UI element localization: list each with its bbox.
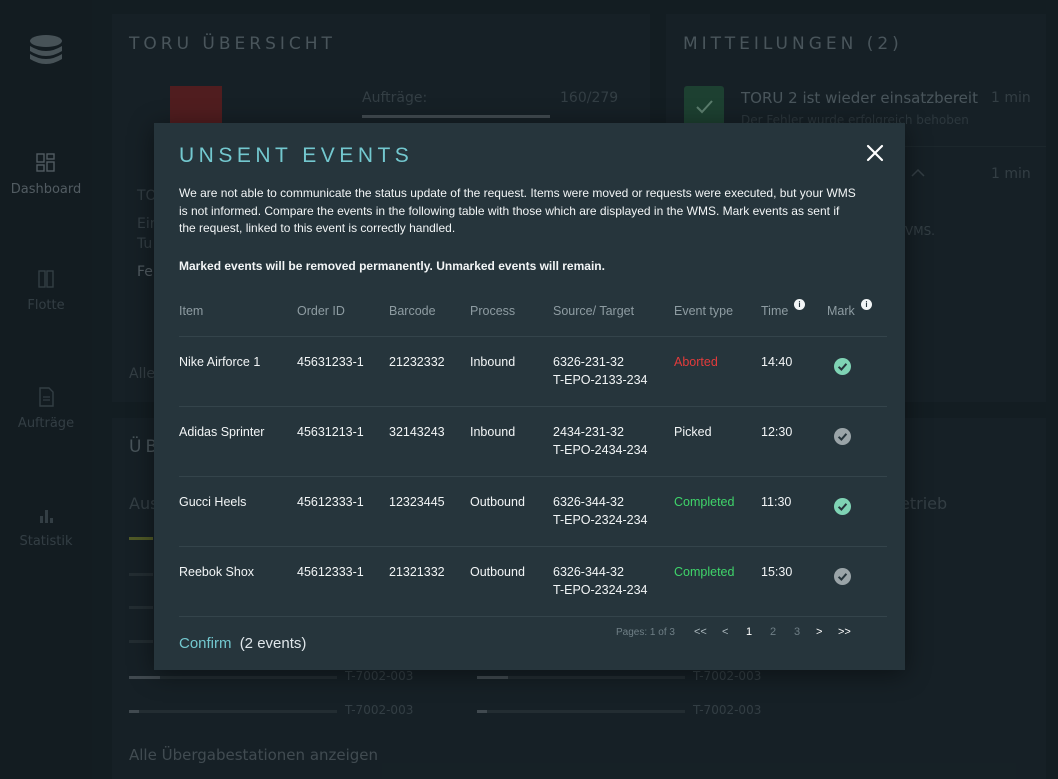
table-row: Reebok Shox 45612333-1 21321332 Outbound… xyxy=(179,547,887,617)
first-page-button[interactable]: << xyxy=(694,626,707,638)
cell-source-target: 6326-231-32 T-EPO-2133-234 xyxy=(553,354,648,389)
table-row: Adidas Sprinter 45631213-1 32143243 Inbo… xyxy=(179,407,887,477)
column-header-mark-label: Mark xyxy=(827,304,855,318)
cell-barcode: 21232332 xyxy=(389,355,445,369)
info-icon[interactable]: i xyxy=(861,299,872,310)
confirm-area: Confirm (2 events) xyxy=(179,635,306,652)
cell-item: Adidas Sprinter xyxy=(179,425,265,439)
cell-target: T-EPO-2133-234 xyxy=(553,372,648,387)
table-row: Gucci Heels 45612333-1 12323445 Outbound… xyxy=(179,477,887,547)
cell-item: Reebok Shox xyxy=(179,565,255,579)
column-header-barcode: Barcode xyxy=(389,304,436,318)
cell-source-target: 2434-231-32 T-EPO-2434-234 xyxy=(553,424,648,459)
cell-process: Outbound xyxy=(470,565,525,579)
cell-source: 2434-231-32 xyxy=(553,425,624,439)
column-header-process: Process xyxy=(470,304,516,318)
cell-barcode: 12323445 xyxy=(389,495,445,509)
modal-warning: Marked events will be removed permanentl… xyxy=(179,259,605,273)
cell-process: Inbound xyxy=(470,425,516,439)
events-table: Item Order ID Barcode Process Source/ Ta… xyxy=(179,293,887,617)
column-header-source-target: Source/ Target xyxy=(553,304,635,318)
cell-source: 6326-344-32 xyxy=(553,565,624,579)
cell-target: T-EPO-2434-234 xyxy=(553,442,648,457)
cell-order-id: 45631213-1 xyxy=(297,425,364,439)
cell-target: T-EPO-2324-234 xyxy=(553,512,648,527)
table-row: Nike Airforce 1 45631233-1 21232332 Inbo… xyxy=(179,337,887,407)
column-header-item: Item xyxy=(179,304,204,318)
unsent-events-modal: UNSENT EVENTS We are not able to communi… xyxy=(154,123,905,670)
info-icon[interactable]: i xyxy=(794,299,805,310)
cell-event-type: Completed xyxy=(674,565,735,579)
cell-item: Nike Airforce 1 xyxy=(179,355,261,369)
mark-checkbox-icon[interactable] xyxy=(834,568,851,585)
close-icon[interactable] xyxy=(865,143,885,163)
pagination-info: Pages: 1 of 3 xyxy=(616,627,675,638)
column-header-event-type: Event type xyxy=(674,304,734,318)
confirm-button[interactable]: Confirm xyxy=(179,635,232,652)
page-1-button[interactable]: 1 xyxy=(746,626,752,638)
cell-time: 11:30 xyxy=(761,495,792,509)
column-header-mark: Mark i xyxy=(827,299,872,318)
cell-time: 14:40 xyxy=(761,355,793,369)
cell-time: 15:30 xyxy=(761,565,793,579)
cell-source: 6326-231-32 xyxy=(553,355,624,369)
column-header-time-label: Time xyxy=(761,304,789,318)
confirm-event-count: (2 events) xyxy=(239,635,307,652)
cell-order-id: 45631233-1 xyxy=(297,355,364,369)
column-header-time: Time i xyxy=(761,299,805,318)
cell-item: Gucci Heels xyxy=(179,495,247,509)
prev-page-button[interactable]: < xyxy=(722,626,728,638)
mark-checkbox-icon[interactable] xyxy=(834,498,851,515)
mark-checkbox-icon[interactable] xyxy=(834,358,851,375)
cell-event-type: Aborted xyxy=(674,355,718,369)
cell-time: 12:30 xyxy=(761,425,793,439)
cell-process: Inbound xyxy=(470,355,516,369)
page-3-button[interactable]: 3 xyxy=(794,626,800,638)
cell-source-target: 6326-344-32 T-EPO-2324-234 xyxy=(553,494,648,529)
cell-event-type: Completed xyxy=(674,495,735,509)
modal-title: UNSENT EVENTS xyxy=(179,144,414,167)
mark-checkbox-icon[interactable] xyxy=(834,428,851,445)
cell-order-id: 45612333-1 xyxy=(297,565,364,579)
column-header-order-id: Order ID xyxy=(297,304,345,318)
cell-event-type: Picked xyxy=(674,425,712,439)
cell-process: Outbound xyxy=(470,495,525,509)
page-2-button[interactable]: 2 xyxy=(770,626,776,638)
table-header: Item Order ID Barcode Process Source/ Ta… xyxy=(179,293,887,337)
cell-source-target: 6326-344-32 T-EPO-2324-234 xyxy=(553,564,648,599)
last-page-button[interactable]: >> xyxy=(838,626,851,638)
cell-barcode: 32143243 xyxy=(389,425,445,439)
cell-source: 6326-344-32 xyxy=(553,495,624,509)
cell-order-id: 45612333-1 xyxy=(297,495,364,509)
next-page-button[interactable]: > xyxy=(816,626,822,638)
modal-description: We are not able to communicate the statu… xyxy=(179,186,856,235)
cell-target: T-EPO-2324-234 xyxy=(553,582,648,597)
cell-barcode: 21321332 xyxy=(389,565,445,579)
